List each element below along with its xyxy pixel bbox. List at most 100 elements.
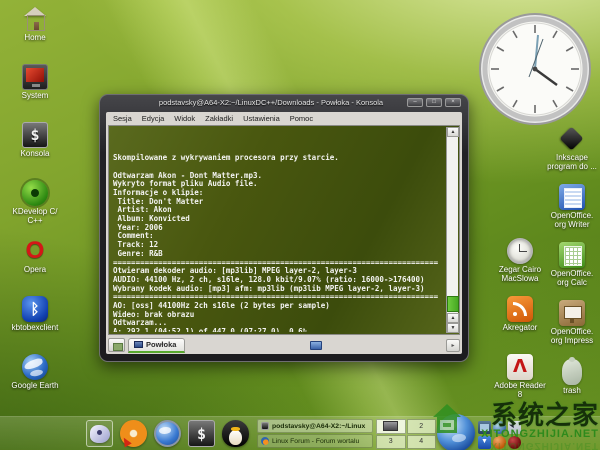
terminal-output: Skompilowane z wykrywaniem procesora prz… [113, 128, 443, 332]
cairo-clock-icon [507, 238, 533, 264]
desktop-icon-label: Zegar Cairo MacSlowa [498, 265, 542, 283]
window-titlebar[interactable]: podstavsky@A64-X2:~/LinuxDC++/Downloads … [100, 95, 468, 112]
session-tab-bar: Powłoka ▸ [106, 336, 462, 354]
desktop-icon-label: Adobe Reader 8 [494, 381, 546, 399]
desktop-icon[interactable]: KDevelop C/ C++ [6, 180, 64, 238]
window-title: podstavsky@A64-X2:~/LinuxDC++/Downloads … [158, 98, 384, 107]
scroll-up-button[interactable]: ▲ [447, 127, 459, 137]
cursor-tray-icon[interactable] [508, 421, 521, 434]
pager-desktop-1[interactable] [376, 419, 406, 434]
desktop-icon-label: OpenOffice. org Writer [550, 211, 594, 229]
window-body: Sesja Edycja Widok Zakładki Ustawienia Pomoc … [106, 112, 462, 354]
maximize-button[interactable]: □ [426, 98, 442, 107]
desktop-icon[interactable]: Adobe Reader 8 [494, 354, 546, 412]
bluetooth-icon [22, 296, 48, 322]
desktop-icon[interactable]: OpenOffice. org Impress [546, 300, 598, 358]
menu-item[interactable]: Zakładki [205, 114, 233, 125]
menu-item[interactable]: Pomoc [290, 114, 313, 125]
desktop-icon[interactable]: Home [6, 6, 64, 64]
download-tray-icon[interactable] [478, 436, 491, 449]
konsole-task-icon [261, 422, 269, 430]
analog-clock-widget [479, 13, 591, 125]
close-button[interactable]: × [445, 98, 461, 107]
menu-bar: Sesja Edycja Widok Zakładki Ustawienia Pomoc [106, 112, 462, 125]
tab-shell[interactable]: Powłoka [128, 337, 186, 353]
task-konsole[interactable]: podstavsky@A64-X2:~/Linux [257, 419, 373, 433]
konsole-icon [22, 122, 48, 148]
desktop-icon[interactable]: Google Earth [6, 354, 64, 412]
adobe-reader-icon [507, 354, 533, 380]
quick-launchers [86, 420, 249, 447]
terminal-lines: Skompilowane z wykrywaniem procesora prz… [113, 128, 443, 332]
new-session-button[interactable] [108, 338, 125, 352]
kdevelop-icon [22, 180, 48, 206]
menu-item[interactable]: Sesja [113, 114, 132, 125]
system-tray [478, 421, 521, 449]
menu-item[interactable]: Ustawienia [243, 114, 280, 125]
gentoo-menu-icon[interactable] [86, 420, 113, 447]
task-label: podstavsky@A64-X2:~/Linux [272, 422, 366, 430]
network-tray-icon[interactable] [493, 421, 506, 434]
desktop-icon-label: Opera [23, 265, 47, 274]
desktop-right-outer-icon-column: Inkscape program do ... OpenOffice. org … [546, 126, 598, 416]
desktop-icon[interactable]: System [6, 64, 64, 122]
desktop-icon-label: KDevelop C/ C++ [12, 207, 58, 225]
pager-desktop-4[interactable]: 4 [406, 434, 436, 449]
terminal-line: Comment: [113, 231, 154, 241]
amarok-tray-icon[interactable] [508, 436, 521, 449]
desktop-icon[interactable]: kbtobexclient [6, 296, 64, 354]
desktop-icon[interactable]: trash [546, 357, 598, 416]
trash-icon [562, 357, 582, 385]
desktop-icon-label: OpenOffice. org Impress [550, 327, 594, 345]
desktop-icon[interactable]: OpenOffice. org Writer [546, 184, 598, 242]
opera-icon [22, 238, 48, 264]
oo-impress-icon [559, 300, 585, 326]
desktop-icon[interactable]: Akregator [494, 296, 546, 354]
desktop-icon-label: Home [24, 33, 46, 42]
desktop-right-inner-icon-column: Zegar Cairo MacSlowa Akregator Adobe Rea… [494, 238, 546, 412]
desktop-left-icon-column: Home System Konsola KDevelop C/ C++ Oper… [6, 6, 64, 412]
menu-item[interactable]: Widok [174, 114, 195, 125]
firefox-task-icon [261, 437, 269, 445]
pager-desktop-3[interactable]: 3 [376, 434, 406, 449]
oo-calc-icon [559, 242, 585, 268]
desktop-icon[interactable]: Opera [6, 238, 64, 296]
tux-icon[interactable] [222, 420, 249, 447]
konsole-launcher-icon[interactable] [188, 420, 215, 447]
inkscape-icon [559, 126, 585, 152]
konqueror-icon[interactable] [154, 420, 181, 447]
desktop-icon[interactable]: Konsola [6, 122, 64, 180]
taskbar-panel: podstavsky@A64-X2:~/Linux Linux Forum - … [0, 414, 600, 450]
scroll-down-button[interactable]: ▼ [447, 323, 459, 333]
terminal-line: A: 292.1 (04:52.1) of 447.0 (07:27.0) 0.… [113, 327, 308, 332]
shell-tab-icon [134, 341, 143, 348]
k3b-icon[interactable] [120, 420, 147, 447]
scrollbar[interactable]: ▲ ▲ ▼ [446, 127, 459, 333]
konsole-window: podstavsky@A64-X2:~/LinuxDC++/Downloads … [99, 94, 469, 362]
scroll-up-button-2[interactable]: ▲ [447, 313, 459, 323]
desktop-icon-label: System [21, 91, 49, 100]
pager-desktop-2[interactable]: 2 [406, 419, 436, 434]
terminal-line: Skompilowane z wykrywaniem procesora prz… [113, 153, 339, 163]
desktop-icon-label: Inkscape program do ... [547, 153, 597, 171]
desktop-icon-label: kbtobexclient [11, 323, 59, 332]
desktop-icon[interactable]: OpenOffice. org Calc [546, 242, 598, 300]
task-browser[interactable]: Linux Forum - Forum wortalu [257, 434, 373, 448]
media-tray-icon[interactable] [493, 436, 506, 449]
desktop-icon-label: Akregator [502, 323, 538, 332]
scrollbar-thumb[interactable] [447, 296, 459, 312]
menu-item[interactable]: Edycja [142, 114, 165, 125]
desktop-icon[interactable]: Zegar Cairo MacSlowa [494, 238, 546, 296]
desktop-icon-label: OpenOffice. org Calc [550, 269, 594, 287]
desktop: Home System Konsola KDevelop C/ C++ Oper… [0, 0, 600, 450]
terminal-viewport[interactable]: Skompilowane z wykrywaniem procesora prz… [108, 125, 460, 335]
shell-tab-label: Powłoka [146, 340, 177, 349]
screenshot-tray-icon[interactable] [478, 421, 491, 434]
tab-list-button[interactable]: ▸ [446, 338, 460, 352]
akregator-icon [507, 296, 533, 322]
desktop-icon-label: Google Earth [11, 381, 59, 390]
desktop-icon-label: Konsola [20, 149, 50, 158]
desktop-icon[interactable]: Inkscape program do ... [546, 126, 598, 184]
globe-tray-icon[interactable] [437, 414, 475, 450]
minimize-button[interactable]: – [407, 98, 423, 107]
